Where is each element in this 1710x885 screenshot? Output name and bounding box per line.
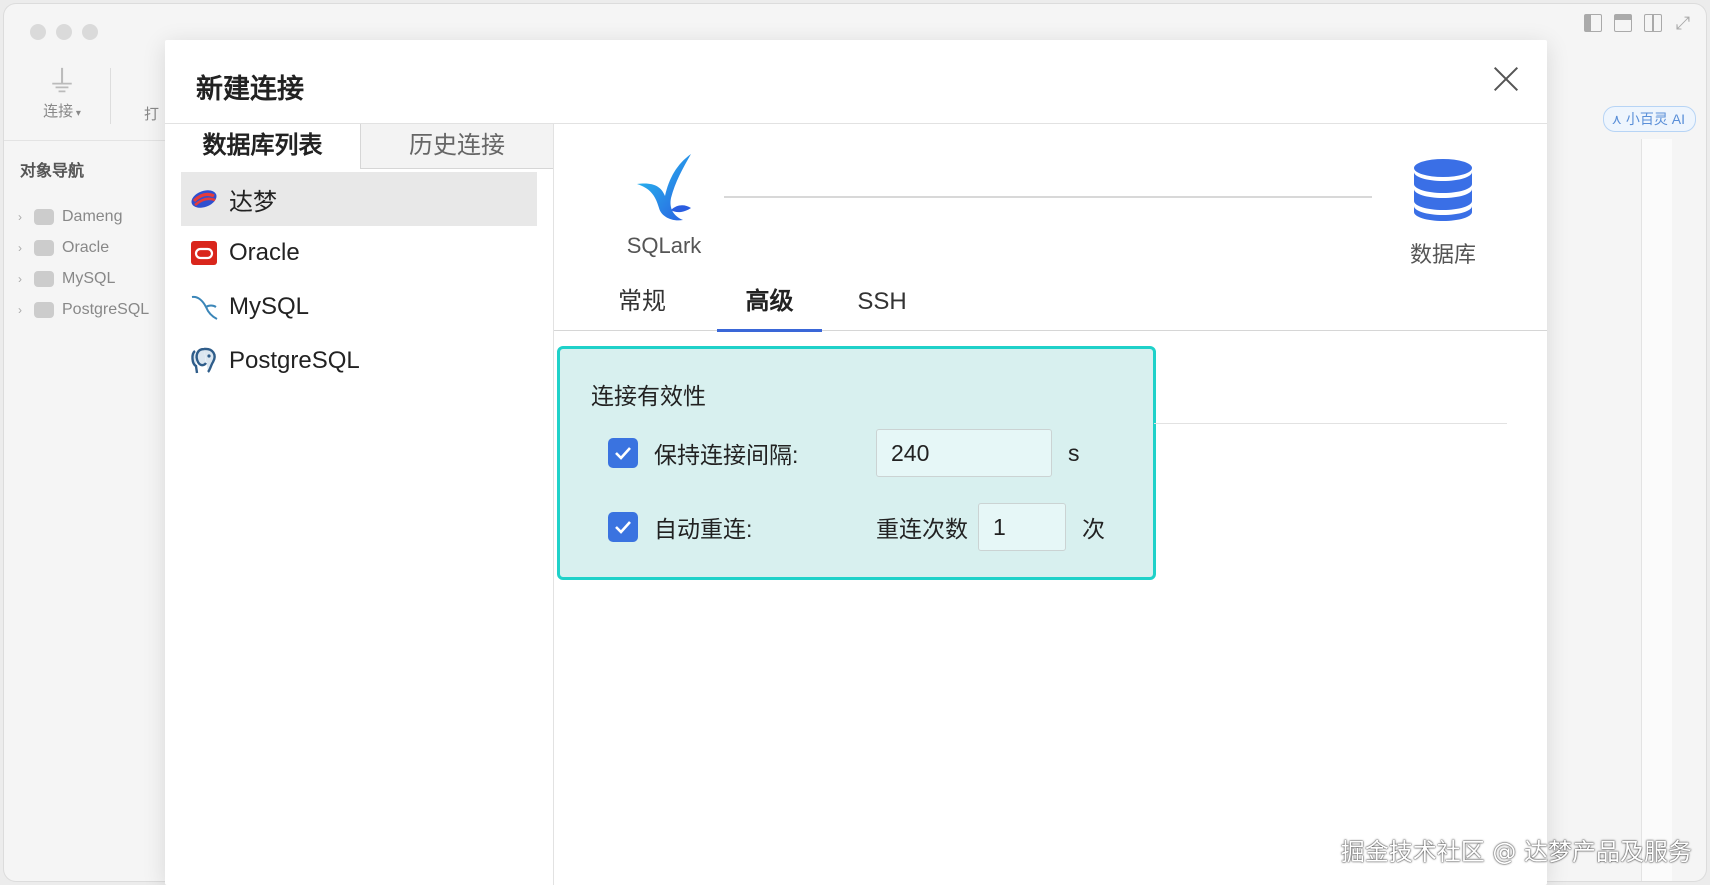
plug-icon: ⏚	[47, 66, 77, 99]
ai-badge-label: 小百灵 AI	[1625, 111, 1685, 127]
connection-validity-section: 连接有效性 保持连接间隔: s 自动重连: 重连次数 次	[557, 346, 1156, 580]
db-item-label: 达梦	[229, 188, 277, 216]
dameng-icon	[189, 185, 219, 213]
db-item-mysql[interactable]: MySQL	[181, 280, 537, 334]
postgresql-icon	[189, 347, 219, 375]
section-title: 连接有效性	[591, 383, 706, 409]
keepalive-row: 保持连接间隔: s	[608, 429, 1080, 477]
keepalive-unit: s	[1068, 439, 1080, 466]
keepalive-label: 保持连接间隔:	[654, 442, 799, 468]
retry-count-unit: 次	[1082, 516, 1105, 542]
minimize-window-button[interactable]	[56, 24, 72, 40]
mysql-icon	[34, 270, 54, 287]
checkmark-icon	[615, 447, 631, 460]
nav-item-label: MySQL	[62, 269, 116, 287]
auto-reconnect-row: 自动重连: 重连次数 次	[608, 503, 1105, 551]
object-navigation-panel: 对象导航 › Dameng › Oracle › MySQL › PostgreSQL	[4, 140, 169, 881]
sqlark-logo-icon	[631, 154, 697, 228]
nav-item-oracle[interactable]: › Oracle	[18, 232, 149, 263]
oracle-icon	[34, 239, 54, 256]
chevron-right-icon[interactable]: ›	[18, 272, 26, 286]
postgresql-icon	[34, 301, 54, 318]
nav-item-label: Dameng	[62, 207, 123, 225]
sqlark-label: SQLark	[626, 233, 702, 258]
checkmark-icon	[615, 521, 631, 534]
retry-count-input[interactable]	[978, 503, 1066, 551]
fullscreen-icon[interactable]: ⤢	[1674, 14, 1692, 32]
db-item-label: MySQL	[229, 293, 310, 320]
tab-general[interactable]: 常规	[602, 284, 682, 330]
top-panel-toggle-icon[interactable]	[1614, 14, 1632, 32]
database-picker: 数据库列表 历史连接 达梦 Oracle MySQL PostgreSQL	[165, 124, 554, 885]
connect-toolbar-button[interactable]: ⏚ 连接 ▾	[34, 66, 90, 121]
right-side-panel	[1641, 139, 1672, 881]
chevron-right-icon[interactable]: ›	[18, 303, 26, 317]
chevron-right-icon[interactable]: ›	[18, 210, 26, 224]
toolbar-divider	[110, 68, 111, 124]
watermark: 掘金技术社区 @ 达梦产品及服务	[1340, 838, 1692, 866]
split-panel-toggle-icon[interactable]	[1644, 14, 1662, 32]
database-node: 数据库	[1393, 158, 1493, 269]
nav-title: 对象导航	[20, 163, 85, 180]
chevron-down-icon: ▾	[73, 108, 81, 119]
database-list: 达梦 Oracle MySQL PostgreSQL	[181, 172, 537, 388]
db-item-oracle[interactable]: Oracle	[181, 226, 537, 280]
db-item-dameng[interactable]: 达梦	[181, 172, 537, 226]
db-item-label: PostgreSQL	[229, 347, 360, 374]
connection-settings: SQLark 数据库 常规 高级 SSH 连接有效性 保持连接间隔: 240 s…	[554, 124, 1547, 885]
layout-toggles: ⤢	[1584, 14, 1692, 32]
nav-item-label: PostgreSQL	[62, 300, 150, 318]
dialog-title: 新建连接	[196, 74, 304, 104]
nav-item-label: Oracle	[62, 238, 110, 256]
flow-connector	[724, 196, 1372, 198]
mysql-icon	[189, 293, 219, 321]
ai-assistant-button[interactable]: ⋏ 小百灵 AI	[1602, 106, 1696, 132]
nav-item-mysql[interactable]: › MySQL	[18, 263, 149, 294]
tab-ssh[interactable]: SSH	[842, 284, 922, 330]
tab-advanced[interactable]: 高级	[717, 284, 822, 332]
close-icon[interactable]	[1487, 60, 1525, 98]
nav-item-postgresql[interactable]: › PostgreSQL	[18, 294, 149, 325]
tab-database-list[interactable]: 数据库列表	[165, 124, 361, 169]
zoom-window-button[interactable]	[82, 24, 98, 40]
dialog-header: 新建连接	[165, 40, 1547, 124]
auto-reconnect-checkbox[interactable]	[608, 512, 638, 542]
connect-label: 连接	[43, 103, 74, 120]
sqlark-node: SQLark	[604, 152, 724, 259]
open-toolbar-button[interactable]: 打	[144, 103, 159, 124]
db-item-postgresql[interactable]: PostgreSQL	[181, 334, 537, 388]
settings-tabs: 常规 高级 SSH	[554, 284, 1547, 332]
picker-tabs: 数据库列表 历史连接	[165, 124, 553, 169]
nav-tree: › Dameng › Oracle › MySQL › PostgreSQL	[18, 201, 149, 325]
auto-reconnect-label: 自动重连:	[654, 516, 753, 542]
database-label: 数据库	[1409, 242, 1476, 267]
left-panel-toggle-icon[interactable]	[1584, 14, 1602, 32]
new-connection-dialog: 新建连接 数据库列表 历史连接 达梦 Oracle MySQL PostgreS…	[165, 40, 1547, 885]
oracle-icon	[189, 239, 219, 267]
keepalive-interval-input[interactable]	[876, 429, 1052, 477]
retry-count-label: 重连次数	[876, 516, 968, 542]
window-controls	[30, 24, 98, 40]
ai-bird-icon: ⋏	[1611, 111, 1622, 127]
db-item-label: Oracle	[229, 239, 300, 266]
section-divider	[1154, 423, 1507, 424]
tab-history-connections[interactable]: 历史连接	[361, 124, 553, 168]
nav-item-dameng[interactable]: › Dameng	[18, 201, 149, 232]
database-icon	[1412, 159, 1474, 226]
keepalive-checkbox[interactable]	[608, 438, 638, 468]
close-window-button[interactable]	[30, 24, 46, 40]
connection-flow: SQLark 数据库	[554, 124, 1547, 267]
dameng-icon	[34, 208, 54, 225]
chevron-right-icon[interactable]: ›	[18, 241, 26, 255]
